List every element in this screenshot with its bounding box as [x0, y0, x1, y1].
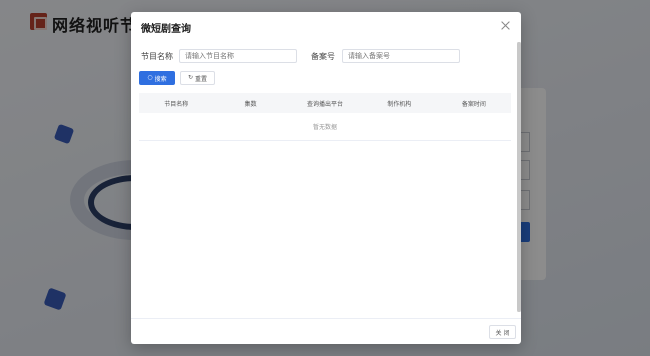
reset-button-label: 重置 — [195, 75, 208, 83]
program-name-input[interactable] — [179, 49, 297, 63]
results-table: 节目名称 集数 查询播出平台 制作机构 备案时间 暂无数据 — [139, 93, 511, 141]
search-icon: ○ — [147, 74, 153, 81]
scrollbar-thumb[interactable] — [517, 42, 521, 312]
dialog-header: 微短剧查询 — [131, 12, 521, 42]
program-name-label: 节目名称 — [141, 52, 173, 61]
table-header: 节目名称 集数 查询播出平台 制作机构 备案时间 — [139, 93, 511, 113]
refresh-icon: ↻ — [187, 74, 193, 81]
column-header-producer[interactable]: 制作机构 — [362, 99, 436, 108]
column-header-record-time[interactable]: 备案时间 — [437, 99, 511, 108]
search-button[interactable]: ○ 搜索 — [139, 71, 175, 85]
close-button[interactable]: 关 闭 — [489, 325, 516, 339]
record-number-label: 备案号 — [311, 52, 335, 61]
column-header-platform[interactable]: 查询播出平台 — [288, 99, 362, 108]
column-header-episodes[interactable]: 集数 — [213, 99, 287, 108]
record-number-input[interactable] — [342, 49, 460, 63]
search-button-label: 搜索 — [154, 75, 167, 83]
close-icon[interactable] — [499, 19, 513, 33]
dialog-title: 微短剧查询 — [141, 24, 191, 35]
column-header-program-name[interactable]: 节目名称 — [139, 99, 213, 108]
empty-state-text: 暂无数据 — [139, 113, 511, 141]
query-dialog: 微短剧查询 节目名称 备案号 ○ 搜索 ↻ 重置 节目名称 集数 查询播出平台 … — [131, 12, 521, 344]
reset-button[interactable]: ↻ 重置 — [180, 71, 215, 85]
dialog-footer: 关 闭 — [131, 318, 521, 344]
